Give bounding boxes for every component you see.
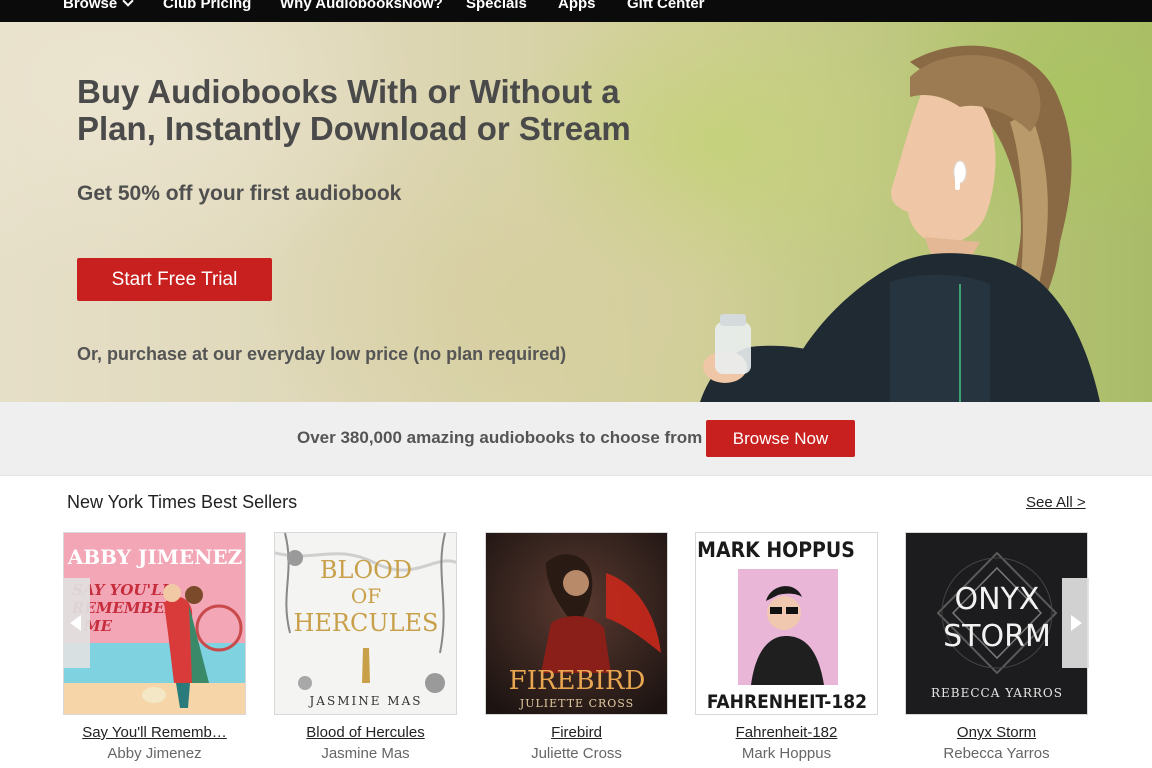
cover-text-author: MARK HOPPUS [697,538,855,562]
catalog-count-text: Over 380,000 amazing audiobooks to choos… [297,428,703,447]
chevron-down-icon [122,0,134,7]
cover-text-line2: OF [351,584,381,608]
book-author: Rebecca Yarros [943,745,1050,762]
book-card[interactable]: BLOOD OF HERCULES JASMINE MAS Blood of H… [274,532,457,762]
cover-text-title: FAHRENHEIT-182 [707,691,867,713]
book-title[interactable]: Fahrenheit-182 [695,724,878,741]
cover-text-line1: BLOOD [320,556,412,584]
hero-title: Buy Audiobooks With or Without a Plan, I… [77,73,631,147]
cover-text-line1: ONYX [955,582,1040,617]
cover-text-author: REBECCA YARROS [931,686,1063,700]
browse-band: Over 380,000 amazing audiobooks to choos… [0,402,1152,476]
cover-text-line3: HERCULES [293,609,438,637]
book-author: Abby Jimenez [107,745,202,762]
hero-image-woman-listening [700,45,1100,402]
see-all-link[interactable]: See All > [1026,494,1086,511]
carousel-prev-button[interactable] [63,578,90,668]
book-card[interactable]: MARK HOPPUS FAHRENHEIT-182 Fahrenheit-18… [695,532,878,762]
book-card[interactable]: ABBY JIMENEZ SAY YOU'LL REMEMBER ME Say … [63,532,246,762]
hero-banner: Buy Audiobooks With or Without a Plan, I… [0,22,1152,402]
book-cover[interactable]: FIREBIRD JULIETTE CROSS [485,532,668,715]
book-cover[interactable]: BLOOD OF HERCULES JASMINE MAS [274,532,457,715]
browse-now-button[interactable]: Browse Now [706,420,855,457]
nav-why-audiobooksnow[interactable]: Why AudiobooksNow? [280,0,443,12]
carousel-next-button[interactable] [1062,578,1089,668]
chevron-right-icon [1071,615,1082,631]
hero-note: Or, purchase at our everyday low price (… [77,344,567,364]
book-cover[interactable]: ABBY JIMENEZ SAY YOU'LL REMEMBER ME [63,532,246,715]
book-author: Juliette Cross [531,745,622,762]
cover-text-author: JULIETTE CROSS [519,697,634,710]
chevron-left-icon [70,615,81,631]
book-title[interactable]: Onyx Storm [905,724,1088,741]
book-cover[interactable]: ONYX STORM REBECCA YARROS [905,532,1088,715]
nav-apps[interactable]: Apps [558,0,596,12]
book-card[interactable]: FIREBIRD JULIETTE CROSS Firebird Juliett… [485,532,668,762]
book-title[interactable]: Say You'll Rememb… [63,724,246,741]
nav-specials[interactable]: Specials [466,0,527,12]
cover-text-title: FIREBIRD [509,666,646,696]
book-title[interactable]: Blood of Hercules [274,724,457,741]
book-card[interactable]: ONYX STORM REBECCA YARROS Onyx Storm Reb… [905,532,1088,762]
book-title[interactable]: Firebird [485,724,668,741]
book-author: Jasmine Mas [321,745,410,762]
cover-text-line2: STORM [943,619,1051,654]
top-nav: Browse Club Pricing Why AudiobooksNow? S… [0,0,1152,22]
book-author: Mark Hoppus [741,745,832,762]
nav-browse-label: Browse [63,0,118,12]
hero-subtitle: Get 50% off your first audiobook [77,182,402,205]
nav-gift-center[interactable]: Gift Center [627,0,705,12]
nav-club-pricing[interactable]: Club Pricing [163,0,251,12]
nav-browse[interactable]: Browse [63,0,134,12]
book-cover[interactable]: MARK HOPPUS FAHRENHEIT-182 [695,532,878,715]
start-free-trial-button[interactable]: Start Free Trial [77,258,272,301]
section-title-best-sellers: New York Times Best Sellers [67,492,298,512]
cover-text-author: ABBY JIMENEZ [67,545,243,569]
cover-text-author: JASMINE MAS [308,694,423,708]
